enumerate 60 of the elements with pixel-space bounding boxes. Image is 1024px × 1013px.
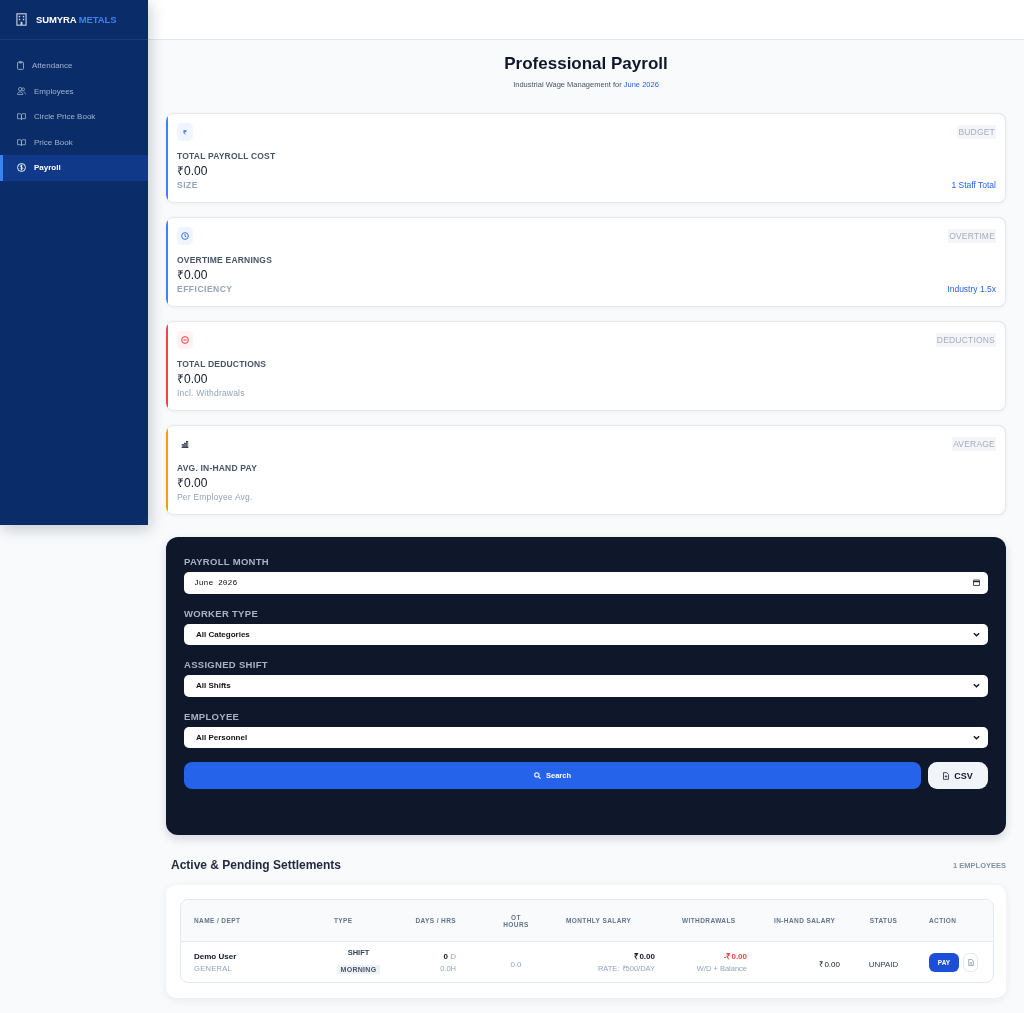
- card-footer-value: Industry 1.5x: [947, 284, 996, 294]
- minus-circle-icon: [181, 336, 189, 344]
- card-footer-value: 1 Staff Total: [951, 180, 996, 190]
- card-tag: DEDUCTIONS: [935, 333, 996, 347]
- chevron-down-icon: [973, 631, 980, 637]
- bar-chart-icon: [181, 440, 189, 448]
- card-footer-label: EFFICIENCY: [177, 284, 233, 294]
- clipboard-icon: [17, 61, 24, 71]
- ot-hours-text: 0.0: [510, 960, 522, 969]
- building-icon: [16, 13, 27, 26]
- withdrawal-amount: -₹0.00: [723, 951, 747, 961]
- search-icon: [534, 772, 541, 779]
- field-label: EMPLOYEE: [184, 710, 241, 723]
- nav-item[interactable]: Circle Price Book: [0, 104, 148, 130]
- card-tag: OVERTIME: [948, 229, 996, 243]
- clock-icon: [181, 232, 189, 240]
- open-book-icon: [17, 138, 26, 146]
- chevron-down-icon: [973, 683, 980, 689]
- card-label: TOTAL DEDUCTIONS: [177, 359, 268, 370]
- document-button[interactable]: [963, 952, 978, 972]
- dropdown[interactable]: All Shifts: [184, 675, 988, 697]
- card-value: ₹0.00: [177, 268, 209, 282]
- employee-name: Demo User: [194, 950, 238, 962]
- nav-item[interactable]: Payroll: [0, 155, 148, 181]
- rupee-icon: [183, 129, 187, 135]
- nav-item[interactable]: Employees: [0, 78, 148, 104]
- people-icon: [17, 87, 26, 96]
- card-note: Incl. Withdrawals: [177, 388, 245, 398]
- nav-item[interactable]: Price Book: [0, 129, 148, 155]
- brand-name: SUMYRA METALS: [36, 14, 117, 25]
- file-icon: [967, 958, 974, 966]
- file-icon: [943, 771, 950, 780]
- dropdown[interactable]: All Personnel: [184, 726, 988, 748]
- card-label: TOTAL PAYROLL COST: [177, 151, 277, 162]
- field-label: ASSIGNED SHIFT: [184, 659, 269, 671]
- dollar-circle-icon: [17, 163, 26, 173]
- card-value: ₹0.00: [177, 372, 209, 386]
- month-input[interactable]: June 2026: [184, 572, 988, 594]
- in-hand-amount: ₹0.00: [819, 960, 840, 969]
- card-label: OVERTIME EARNINGS: [177, 255, 274, 266]
- status-text: UNPAID: [868, 960, 899, 969]
- csv-export-button[interactable]: CSV: [928, 762, 988, 789]
- days-text: 0 D: [443, 951, 456, 961]
- card-note: Per Employee Avg.: [177, 492, 253, 502]
- salary-amount: ₹0.00: [634, 951, 655, 961]
- open-book-icon: [17, 113, 26, 121]
- field-label: WORKER TYPE: [184, 607, 260, 620]
- dropdown[interactable]: All Categories: [184, 623, 988, 645]
- chevron-down-icon: [973, 734, 980, 740]
- card-value: ₹0.00: [177, 476, 209, 490]
- card-label: AVG. IN-HAND PAY: [177, 463, 259, 474]
- card-tag: BUDGET: [957, 125, 996, 139]
- card-footer-label: SIZE: [177, 180, 198, 190]
- field-label: PAYROLL MONTH: [184, 556, 270, 568]
- nav-item[interactable]: Attendance: [0, 53, 148, 79]
- card-value: ₹0.00: [177, 164, 209, 178]
- page-title: Professional Payroll: [503, 54, 669, 74]
- section-title: Active & Pending Settlements: [171, 858, 342, 872]
- card-tag: AVERAGE: [952, 437, 996, 451]
- calendar-icon: [973, 579, 980, 587]
